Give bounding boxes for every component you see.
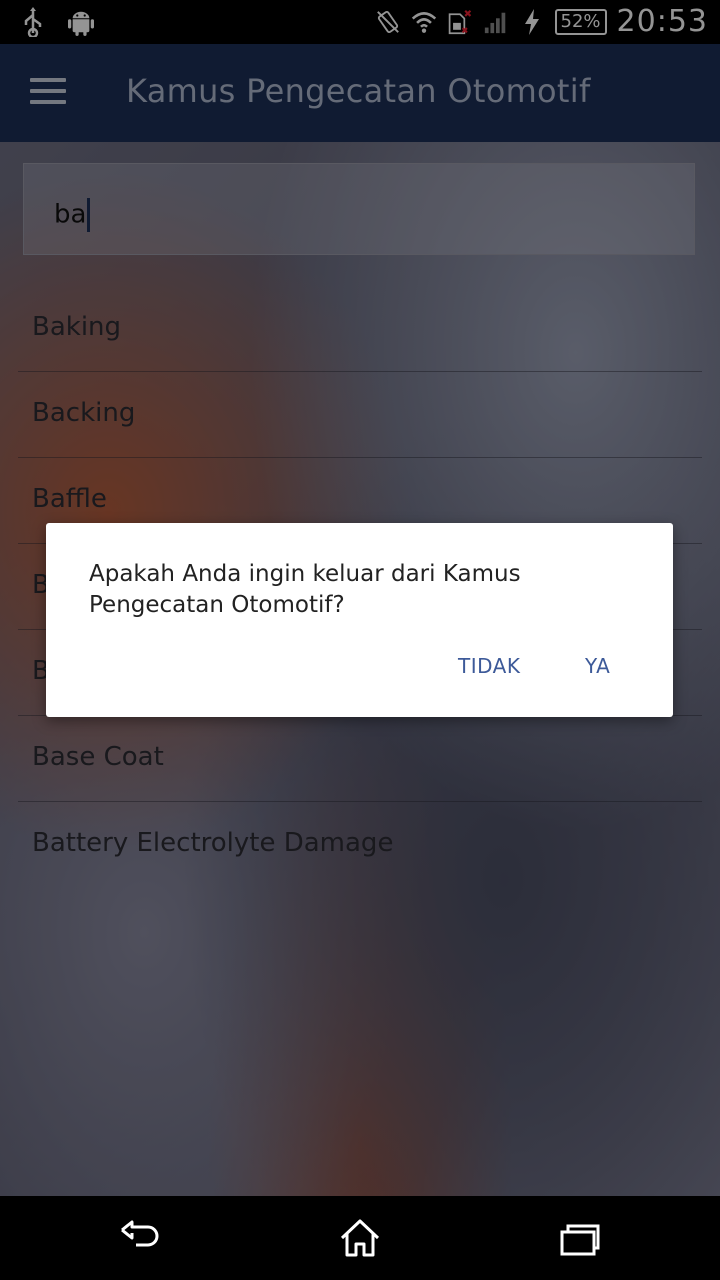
exit-confirm-dialog: Apakah Anda ingin keluar dari Kamus Peng… [46,523,673,717]
navigation-bar [0,1196,720,1280]
back-icon[interactable] [118,1218,162,1258]
recent-apps-icon[interactable] [558,1218,602,1258]
cancel-button[interactable]: TIDAK [458,654,520,678]
confirm-button[interactable]: YA [585,654,610,678]
home-icon[interactable] [338,1218,382,1258]
dialog-message: Apakah Anda ingin keluar dari Kamus Peng… [89,561,521,618]
